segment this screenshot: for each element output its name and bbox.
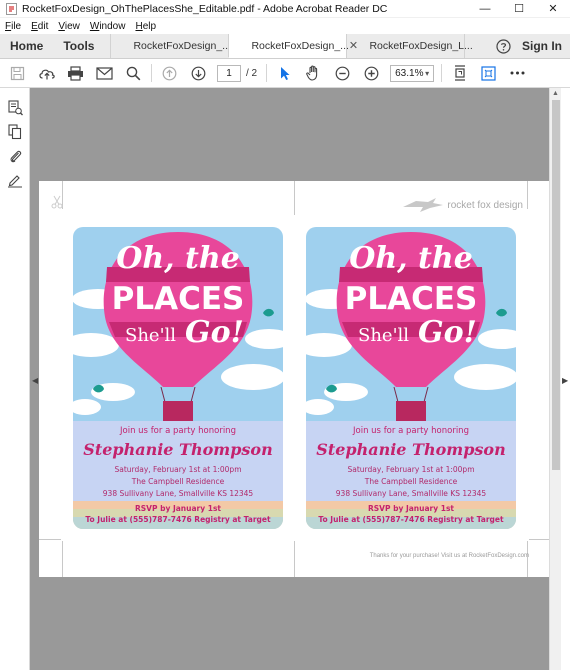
document-tab-label: RocketFoxDesign_... [251,39,349,52]
right-panel-toggle[interactable]: ▶ [561,88,570,670]
scissors-icon [51,195,63,212]
event-address: 938 Sullivany Lane, Smallville KS 12345 [102,489,254,498]
heading-shell: She'll [125,325,177,346]
expand-right-panel-icon[interactable]: ▶ [562,376,568,385]
document-view[interactable]: ◀ rocket fox design Oh, the PLACES She'l… [30,88,549,670]
sign-in-button[interactable]: Sign In [516,34,570,58]
invitation-card: Oh, the PLACES She'll Go! Join us for a … [73,227,283,529]
heading-shell: She'll [358,325,410,346]
document-tab-2[interactable]: RocketFoxDesign_... ✕ [228,34,358,58]
event-date: Saturday, February 1st at 1:00pm [347,465,475,474]
page-number-input[interactable]: 1 [217,64,241,82]
home-tab[interactable]: Home [0,34,53,58]
expand-panel-icon[interactable]: ◀ [32,376,38,385]
event-venue: The Campbell Residence [364,477,458,486]
menu-view[interactable]: View [53,21,85,32]
previous-page-icon[interactable] [155,59,184,88]
print-icon[interactable] [61,59,90,88]
rsvp-line: RSVP by January 1st [367,504,454,513]
chevron-down-icon: ▾ [425,68,430,78]
page-total: / 2 [246,67,258,79]
brand-logo: rocket fox design [402,197,523,213]
event-venue: The Campbell Residence [131,477,225,486]
attachment-icon[interactable] [0,144,30,168]
maximize-button[interactable]: ☐ [502,0,536,18]
document-tab-1[interactable]: RocketFoxDesign_... [110,34,231,58]
heading-oh-the: Oh, the [116,241,240,276]
heading-go: Go! [185,315,244,350]
invite-intro: Join us for a party honoring [120,426,236,436]
rsvp-contact: To Julie at (555)787-7476 Registry at Ta… [318,515,504,524]
zoom-out-icon[interactable] [328,59,357,88]
page-footer-text: Thanks for your purchase! Visit us at Ro… [369,553,529,559]
vertical-scrollbar[interactable]: ▲ [549,88,561,670]
rocket-fox-logo-icon [403,198,444,212]
window-title: RocketFoxDesign_OhThePlacesShe_Editable.… [22,2,388,15]
rsvp-line: RSVP by January 1st [134,504,221,513]
scroll-up-icon[interactable]: ▲ [552,90,559,97]
rsvp-contact: To Julie at (555)787-7476 Registry at Ta… [85,515,271,524]
email-icon[interactable] [90,59,119,88]
close-window-button[interactable]: ✕ [536,0,570,18]
honoree-name: Stephanie Thompson [83,440,273,459]
tools-tab[interactable]: Tools [53,34,110,58]
logo-text: rocket fox design [447,199,523,211]
search-icon[interactable] [119,59,148,88]
pages-icon[interactable] [0,120,30,144]
document-tab-label: RocketFoxDesign_... [133,40,231,52]
zoom-level-value: 63.1% [395,67,424,79]
heading-oh-the: Oh, the [349,241,473,276]
more-tools-icon[interactable] [503,59,532,88]
heading-places: PLACES [344,281,478,317]
heading-places: PLACES [111,281,245,317]
menu-bar: File Edit View Window Help [0,18,570,34]
navigation-panel [0,88,30,670]
save-icon[interactable] [3,59,32,88]
minimize-button[interactable]: — [468,0,502,18]
menu-window[interactable]: Window [85,21,131,32]
upload-cloud-icon[interactable] [32,59,61,88]
honoree-name: Stephanie Thompson [316,440,506,459]
tab-bar: Home Tools RocketFoxDesign_... RocketFox… [0,34,570,59]
full-screen-icon[interactable] [474,59,503,88]
toolbar: 1 / 2 63.1% ▾ [0,59,570,88]
select-cursor-icon[interactable] [270,59,299,88]
event-date: Saturday, February 1st at 1:00pm [114,465,242,474]
event-address: 938 Sullivany Lane, Smallville KS 12345 [335,489,487,498]
title-bar: RocketFoxDesign_OhThePlacesShe_Editable.… [0,0,570,18]
signature-pen-icon[interactable] [0,168,30,192]
pdf-page: rocket fox design Oh, the PLACES She'll … [39,181,549,577]
page-thumbnails-icon[interactable] [0,96,30,120]
zoom-level-select[interactable]: 63.1% ▾ [390,64,435,82]
next-page-icon[interactable] [184,59,213,88]
menu-file[interactable]: File [0,21,26,32]
scrollbar-thumb[interactable] [552,100,560,470]
heading-go: Go! [418,315,477,350]
zoom-in-icon[interactable] [357,59,386,88]
document-tab-3[interactable]: RocketFoxDesign_L... [346,34,473,58]
hand-tool-icon[interactable] [299,59,328,88]
fit-page-icon[interactable] [445,59,474,88]
invite-intro: Join us for a party honoring [353,426,469,436]
invitation-card: Oh, the PLACES She'll Go! Join us for a … [306,227,516,529]
menu-help[interactable]: Help [130,21,161,32]
menu-edit[interactable]: Edit [26,21,53,32]
pdf-document-icon [5,2,17,15]
document-tab-label: RocketFoxDesign_L... [369,40,473,52]
help-icon[interactable] [490,34,516,58]
